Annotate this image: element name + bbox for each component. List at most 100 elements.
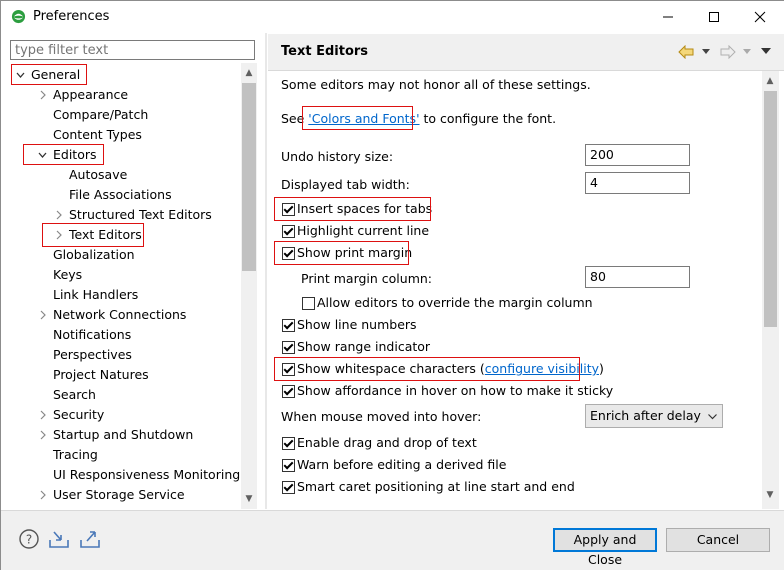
scroll-down-icon[interactable]: ▼ xyxy=(762,487,778,503)
page-header: Text Editors xyxy=(268,34,784,71)
show-whitespace-suffix: ) xyxy=(599,361,604,376)
tree-item-label: User Storage Service xyxy=(53,487,185,502)
collapsed-chevron-icon[interactable] xyxy=(37,405,47,425)
chevron-down-icon[interactable] xyxy=(743,49,751,55)
collapsed-chevron-icon[interactable] xyxy=(37,485,47,505)
tree-item-label: Autosave xyxy=(69,167,128,182)
view-menu-icon[interactable] xyxy=(761,48,771,55)
import-icon[interactable] xyxy=(48,528,70,550)
tree-item-label: Perspectives xyxy=(53,347,132,362)
highlight-line-label: Highlight current line xyxy=(297,223,430,238)
tree-item-network-connections[interactable]: Network Connections xyxy=(1,305,241,325)
tree-item-ui-responsiveness-monitoring[interactable]: UI Responsiveness Monitoring xyxy=(1,465,241,485)
collapsed-chevron-icon[interactable] xyxy=(53,205,63,225)
close-button[interactable] xyxy=(737,1,783,33)
page-scrollbar[interactable]: ▲ ▼ xyxy=(762,71,779,509)
collapsed-chevron-icon[interactable] xyxy=(37,85,47,105)
tree-item-project-natures[interactable]: Project Natures xyxy=(1,365,241,385)
tree-item-perspectives[interactable]: Perspectives xyxy=(1,345,241,365)
tree-item-label: Appearance xyxy=(53,87,129,102)
window-title: Preferences xyxy=(33,9,110,24)
tree-item-user-storage-service[interactable]: User Storage Service xyxy=(1,485,241,505)
help-icon[interactable]: ? xyxy=(18,528,40,550)
text-editors-page: Some editors may not honor all of these … xyxy=(268,71,763,509)
show-affordance-label: Show affordance in hover on how to make … xyxy=(297,383,614,398)
tree-item-label: Globalization xyxy=(53,247,135,262)
tree-item-globalization[interactable]: Globalization xyxy=(1,245,241,265)
svg-text:?: ? xyxy=(26,533,32,547)
tree-item-tracing[interactable]: Tracing xyxy=(1,445,241,465)
tree-item-search[interactable]: Search xyxy=(1,385,241,405)
forward-arrow-icon[interactable] xyxy=(720,45,736,59)
tree-item-label: Compare/Patch xyxy=(53,107,149,122)
tree-scrollbar[interactable]: ▲ ▼ xyxy=(241,63,257,509)
tree-item-label: File Associations xyxy=(69,187,172,202)
tree-item-file-associations[interactable]: File Associations xyxy=(1,185,241,205)
minimize-button[interactable] xyxy=(645,1,691,33)
show-affordance-checkbox[interactable] xyxy=(282,385,295,398)
eclipse-icon xyxy=(11,9,26,24)
tree-item-structured-text-editors[interactable]: Structured Text Editors xyxy=(1,205,241,225)
print-margin-column-label: Print margin column: xyxy=(301,271,433,286)
hover-select[interactable]: Enrich after delay xyxy=(585,404,723,428)
warn-derived-checkbox[interactable] xyxy=(282,459,295,472)
tree-item-content-types[interactable]: Content Types xyxy=(1,125,241,145)
tab-width-field[interactable]: 4 xyxy=(585,172,690,194)
tree-item-label: Search xyxy=(53,387,96,402)
show-line-numbers-checkbox[interactable] xyxy=(282,319,295,332)
highlight-text-editors xyxy=(42,223,144,247)
scroll-up-icon[interactable]: ▲ xyxy=(241,65,257,81)
tree-item-label: Project Natures xyxy=(53,367,149,382)
tree-item-link-handlers[interactable]: Link Handlers xyxy=(1,285,241,305)
filter-input[interactable] xyxy=(10,40,255,60)
tree-item-label: Notifications xyxy=(53,327,132,342)
see-suffix: to configure the font. xyxy=(419,111,557,126)
smart-caret-checkbox[interactable] xyxy=(282,481,295,494)
export-icon[interactable] xyxy=(79,528,101,550)
tree-item-label: Security xyxy=(53,407,105,422)
drag-drop-label: Enable drag and drop of text xyxy=(297,435,477,450)
chevron-down-icon[interactable] xyxy=(702,49,710,55)
highlight-editors xyxy=(23,144,104,165)
tree-item-keys[interactable]: Keys xyxy=(1,265,241,285)
print-margin-column-field[interactable]: 80 xyxy=(585,266,690,288)
tree-item-autosave[interactable]: Autosave xyxy=(1,165,241,185)
page-scroll-thumb[interactable] xyxy=(764,91,777,327)
collapsed-chevron-icon[interactable] xyxy=(37,305,47,325)
tree-scroll-thumb[interactable] xyxy=(242,83,256,271)
tree-item-label: Network Connections xyxy=(53,307,187,322)
tree-item-label: Link Handlers xyxy=(53,287,139,302)
splitter[interactable] xyxy=(265,33,267,509)
tree-item-compare-patch[interactable]: Compare/Patch xyxy=(1,105,241,125)
allow-override-checkbox[interactable] xyxy=(302,297,315,310)
collapsed-chevron-icon[interactable] xyxy=(37,425,47,445)
show-range-label: Show range indicator xyxy=(297,339,431,354)
tree-item-appearance[interactable]: Appearance xyxy=(1,85,241,105)
cancel-button[interactable]: Cancel xyxy=(666,528,770,552)
apply-and-close-button[interactable]: Apply and Close xyxy=(553,528,657,567)
tree-item-security[interactable]: Security xyxy=(1,405,241,425)
tree-item-startup-and-shutdown[interactable]: Startup and Shutdown xyxy=(1,425,241,445)
hover-label: When mouse moved into hover: xyxy=(281,409,482,424)
highlight-whitespace xyxy=(274,357,580,381)
highlight-colors-fonts xyxy=(302,106,413,130)
drag-drop-checkbox[interactable] xyxy=(282,437,295,450)
undo-history-field[interactable]: 200 xyxy=(585,144,690,166)
highlight-insert-spaces xyxy=(274,197,431,221)
back-arrow-icon[interactable] xyxy=(678,45,694,59)
tab-width-label: Displayed tab width: xyxy=(281,177,410,192)
scroll-up-icon[interactable]: ▲ xyxy=(762,73,778,89)
preferences-tree: General Appearance Compare/Patch Content Ty… xyxy=(1,63,241,509)
highlight-general xyxy=(11,64,87,85)
tree-item-notifications[interactable]: Notifications xyxy=(1,325,241,345)
close-icon xyxy=(754,11,766,23)
preferences-window: Preferences GeneralAppearanceCompare/Pat… xyxy=(0,0,784,570)
maximize-button[interactable] xyxy=(691,1,737,33)
intro-text: Some editors may not honor all of these … xyxy=(281,77,591,92)
title-bar: Preferences xyxy=(1,1,784,33)
highlight-line-checkbox[interactable] xyxy=(282,225,295,238)
highlight-print-margin xyxy=(274,241,409,265)
tree-item-label: Startup and Shutdown xyxy=(53,427,194,442)
scroll-down-icon[interactable]: ▼ xyxy=(241,491,257,507)
show-range-checkbox[interactable] xyxy=(282,341,295,354)
